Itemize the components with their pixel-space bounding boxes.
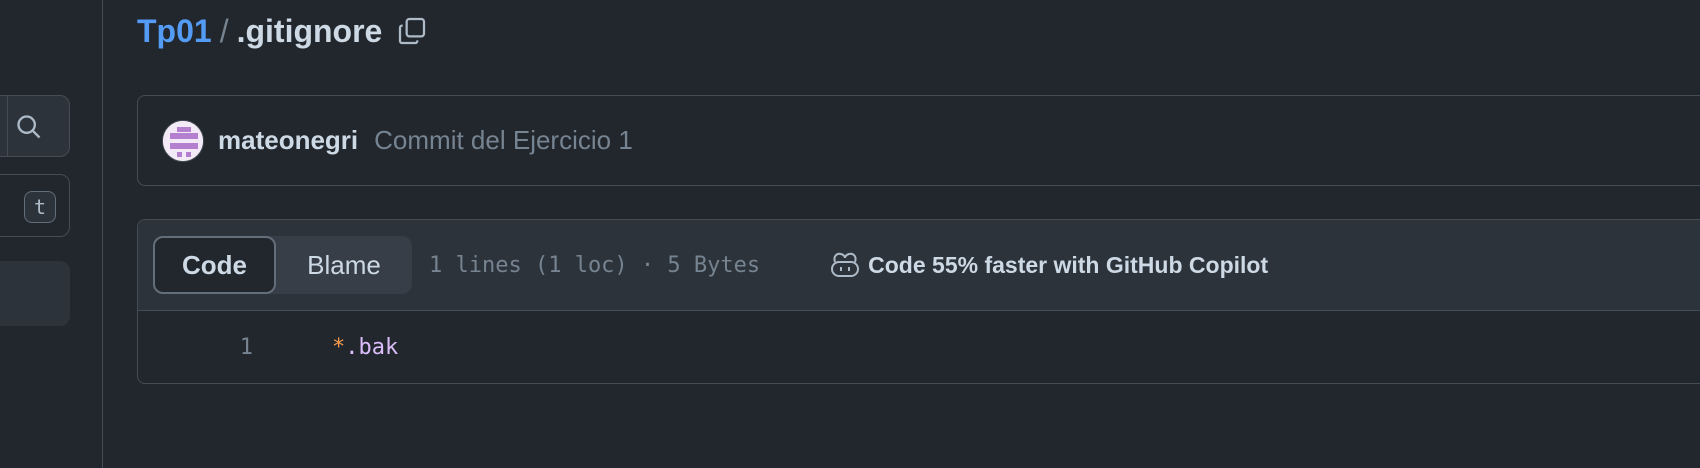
file-filter-box [0, 95, 70, 157]
search-icon[interactable] [11, 110, 47, 144]
file-tree-sidebar: t [0, 0, 103, 468]
tab-code[interactable]: Code [153, 236, 276, 294]
divider [7, 96, 8, 156]
code-token-text: .bak [345, 334, 399, 360]
latest-commit-box: mateonegri Commit del Ejercicio 1 [137, 95, 1700, 186]
copilot-label: Code 55% faster with GitHub Copilot [868, 251, 1269, 278]
file-header: Code Blame 1 lines (1 loc) · 5 Bytes Cod… [138, 220, 1700, 311]
copy-icon[interactable] [394, 13, 430, 49]
page: t Tp01 / .gitignore mateonegri Commit de… [0, 0, 1700, 468]
file-viewer: Code Blame 1 lines (1 loc) · 5 Bytes Cod… [137, 219, 1700, 384]
commit-message[interactable]: Commit del Ejercicio 1 [374, 125, 633, 156]
sidebar-selected-item[interactable] [0, 261, 70, 326]
code-token-operator: * [332, 334, 346, 360]
avatar[interactable] [162, 119, 204, 162]
commit-author[interactable]: mateonegri [218, 125, 358, 156]
shortcut-key: t [24, 191, 56, 223]
breadcrumb-repo-link[interactable]: Tp01 [137, 13, 212, 50]
breadcrumb-file-name: .gitignore [236, 12, 383, 49]
tab-blame[interactable]: Blame [276, 236, 412, 294]
breadcrumb-separator: / [219, 12, 229, 49]
file-meta: 1 lines (1 loc) · 5 Bytes [429, 252, 761, 278]
copilot-promo[interactable]: Code 55% faster with GitHub Copilot [828, 249, 1268, 281]
line-number[interactable]: 1 [138, 335, 253, 360]
view-toggle: Code Blame [153, 236, 412, 294]
copilot-icon [828, 249, 862, 281]
breadcrumb: Tp01 / .gitignore [137, 11, 430, 51]
code-line: 1 *.bak [138, 311, 1700, 383]
code-text: *.bak [332, 335, 398, 360]
go-to-file-button[interactable]: t [0, 174, 70, 237]
